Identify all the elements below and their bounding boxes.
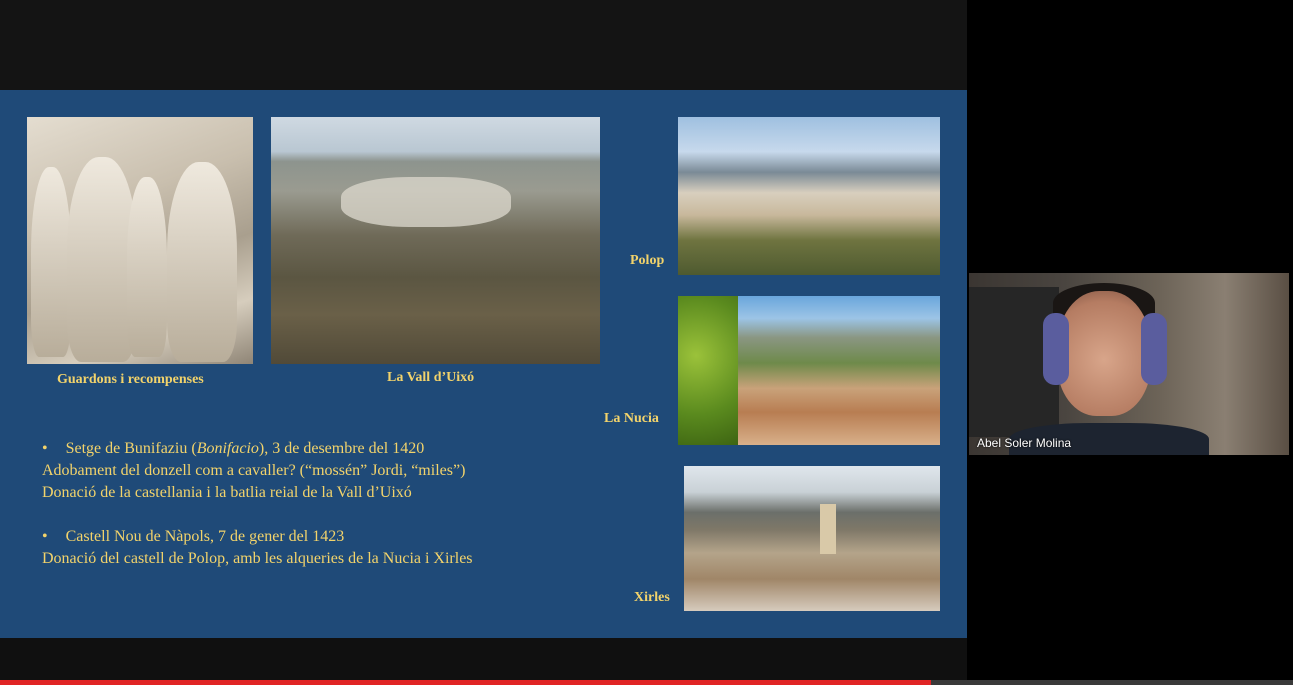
caption-polop: Polop (630, 253, 665, 268)
xirles-photo (684, 466, 940, 611)
webcam-video-tile[interactable]: Abel Soler Molina (969, 273, 1289, 455)
bullet-2-title: • Castell Nou de Nàpols, 7 de gener del … (42, 526, 473, 548)
caption-xirles: Xirles (634, 590, 670, 605)
bullet-dot: • (42, 440, 48, 457)
headphones-icon (1141, 313, 1167, 385)
caption-nucia: La Nucia (604, 411, 659, 426)
caption-relief: Guardons i recompenses (57, 372, 204, 387)
participant-name-label: Abel Soler Molina (977, 436, 1072, 450)
caption-valley: La Vall d’Uixó (387, 370, 475, 385)
bullet-1-italic: Bonifacio (196, 440, 259, 457)
top-black-bar (0, 0, 967, 90)
bullet-1-title: • Setge de Bunifaziu (Bonifacio), 3 de d… (42, 438, 473, 460)
bullet-1-prefix: Setge de Bunifaziu ( (65, 440, 197, 457)
slide-bullet-list: • Setge de Bunifaziu (Bonifacio), 3 de d… (42, 438, 473, 570)
video-progress-bar[interactable] (0, 680, 1293, 685)
bottom-black-bar (0, 638, 967, 680)
presentation-slide: Guardons i recompenses La Vall d’Uixó Po… (0, 90, 967, 638)
relief-sculpture-photo (27, 117, 253, 364)
aerial-valley-photo (271, 117, 600, 364)
la-nucia-photo (678, 296, 940, 445)
bullet-dot: • (42, 528, 48, 545)
speaker-face (1057, 291, 1151, 416)
bullet-1-line-3: Donació de la castellania i la batlia re… (42, 484, 412, 501)
headphones-icon (1043, 313, 1069, 385)
video-progress-fill (0, 680, 931, 685)
bullet-2-text: Castell Nou de Nàpols, 7 de gener del 14… (65, 528, 345, 545)
polop-photo (678, 117, 940, 275)
bullet-2-line-2: Donació del castell de Polop, amb les al… (42, 550, 473, 567)
bullet-1-suffix: ), 3 de desembre del 1420 (258, 440, 425, 457)
bullet-1-line-2: Adobament del donzell com a cavaller? (“… (42, 462, 466, 479)
